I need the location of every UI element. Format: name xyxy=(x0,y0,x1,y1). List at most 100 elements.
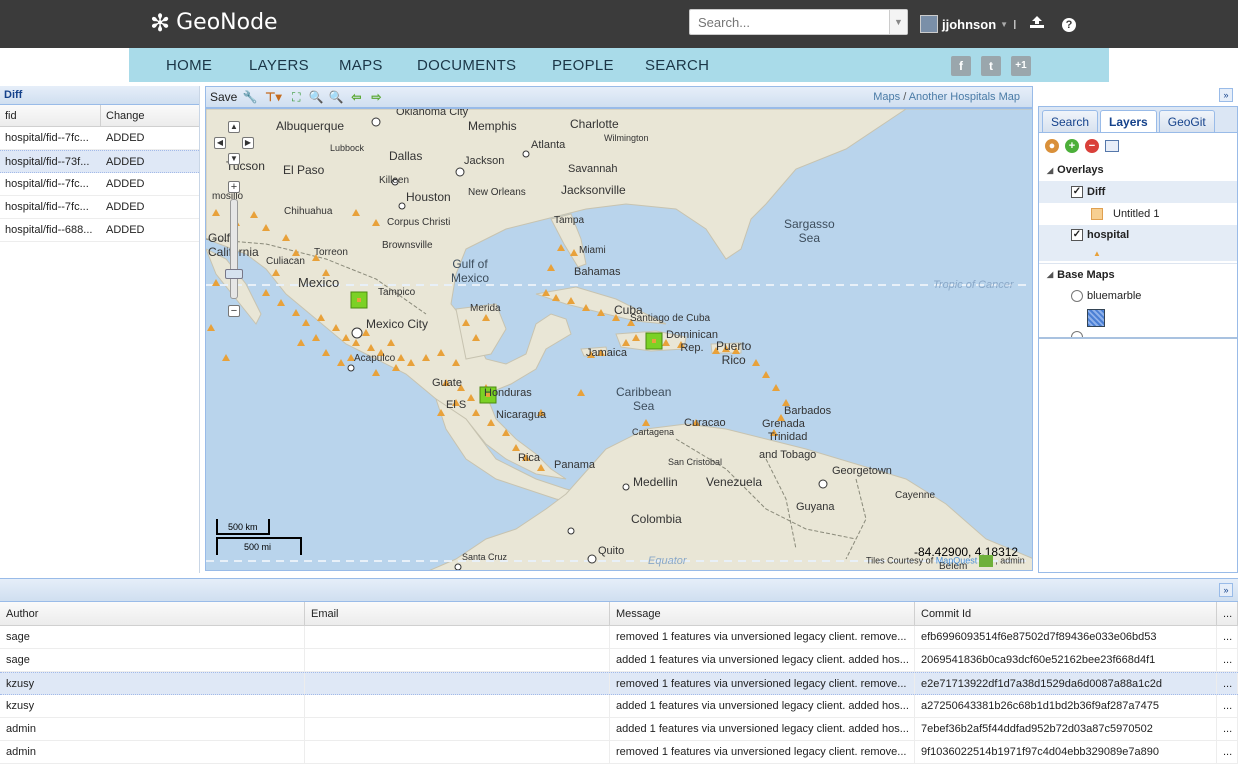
pan-down-icon[interactable]: ▼ xyxy=(228,153,240,165)
legend-square-icon xyxy=(1091,208,1103,220)
map-label: Barbados xyxy=(784,405,832,417)
layer-table-icon[interactable] xyxy=(1105,140,1119,152)
col-message[interactable]: Message xyxy=(610,602,915,625)
change-cell: ADDED xyxy=(106,201,145,213)
measure-icon[interactable]: ⊤▾ xyxy=(263,90,283,104)
map-label: Torreon xyxy=(314,247,348,258)
map-label: Colombia xyxy=(631,512,682,526)
col-commit-id[interactable]: Commit Id xyxy=(915,602,1217,625)
forward-arrow-icon[interactable]: ⇨ xyxy=(369,90,383,104)
collapse-icon[interactable]: ◢ xyxy=(1047,270,1053,279)
table-row[interactable]: kzusy removed 1 features via unversioned… xyxy=(0,672,1238,695)
remove-layer-icon[interactable]: − xyxy=(1085,139,1099,153)
layer-diff[interactable]: ✓ Diff xyxy=(1039,181,1237,203)
col-more[interactable]: ... xyxy=(1217,602,1238,625)
layers-panel: Search Layers GeoGit ● + − ◢ Overlays ✓ … xyxy=(1038,106,1238,573)
tab-layers[interactable]: Layers xyxy=(1100,110,1157,132)
user-menu[interactable]: jjohnson ▼ xyxy=(920,15,1008,33)
back-arrow-icon[interactable]: ⇦ xyxy=(349,90,363,104)
col-fid[interactable]: fid xyxy=(0,105,101,126)
pan-up-icon[interactable]: ▲ xyxy=(228,121,240,133)
nav-people[interactable]: PEOPLE xyxy=(552,57,614,74)
zoom-minus-button[interactable]: − xyxy=(228,305,240,317)
breadcrumb-current-map[interactable]: Another Hospitals Map xyxy=(909,91,1020,103)
table-row[interactable]: sage removed 1 features via unversioned … xyxy=(0,626,1238,649)
main-nav: HOME LAYERS MAPS DOCUMENTS PEOPLE SEARCH… xyxy=(129,48,1109,82)
facebook-icon[interactable]: f xyxy=(951,56,971,76)
table-row[interactable]: sage added 1 features via unversioned le… xyxy=(0,649,1238,672)
bluemarble-radio[interactable] xyxy=(1071,290,1083,302)
search-input[interactable] xyxy=(690,10,889,34)
table-row[interactable]: hospital/fid--73f... ADDED xyxy=(0,150,199,173)
basemap-svg xyxy=(206,109,1032,570)
message-cell: removed 1 features via unversioned legac… xyxy=(610,626,915,648)
nav-search[interactable]: SEARCH xyxy=(645,57,709,74)
tab-geogit[interactable]: GeoGit xyxy=(1158,110,1215,132)
search-dropdown-icon[interactable]: ▼ xyxy=(889,10,907,34)
zoom-extent-icon[interactable]: ⛶ xyxy=(289,90,303,104)
overlays-node[interactable]: ◢ Overlays xyxy=(1039,159,1237,181)
basemap-next[interactable] xyxy=(1039,329,1237,339)
nav-maps[interactable]: MAPS xyxy=(339,57,383,74)
email-cell xyxy=(305,649,610,671)
upload-icon[interactable] xyxy=(1028,15,1046,33)
nav-documents[interactable]: DOCUMENTS xyxy=(417,57,516,74)
table-row[interactable]: hospital/fid--688... ADDED xyxy=(0,219,199,242)
pan-right-icon[interactable]: ▶ xyxy=(242,137,254,149)
tab-search[interactable]: Search xyxy=(1042,110,1099,132)
nav-home[interactable]: HOME xyxy=(166,57,212,74)
table-row[interactable]: hospital/fid--7fc... ADDED xyxy=(0,127,199,150)
breadcrumb-maps[interactable]: Maps xyxy=(873,91,900,103)
layer-hospital[interactable]: ✓ hospital xyxy=(1039,225,1237,245)
help-icon[interactable]: ? xyxy=(1062,18,1076,32)
wrench-icon[interactable]: 🔧 xyxy=(243,90,258,104)
map-label: Mexico City xyxy=(366,317,429,331)
table-row[interactable]: kzusy added 1 features via unversioned l… xyxy=(0,695,1238,718)
google-plus-icon[interactable]: +1 xyxy=(1011,56,1031,76)
twitter-icon[interactable]: t xyxy=(981,56,1001,76)
map-label: Merida xyxy=(470,303,501,314)
next-basemap-radio[interactable] xyxy=(1071,331,1083,337)
table-row[interactable]: hospital/fid--7fc... ADDED xyxy=(0,173,199,196)
basemap-bluemarble[interactable]: bluemarble xyxy=(1039,285,1237,307)
map-label: Rica xyxy=(518,452,541,464)
layer-styles-icon[interactable]: ● xyxy=(1045,139,1059,153)
table-row[interactable]: hospital/fid--7fc... ADDED xyxy=(0,196,199,219)
save-button[interactable]: Save xyxy=(210,90,237,104)
legend-hospital: ▲ xyxy=(1039,245,1237,261)
fid-cell: hospital/fid--7fc... xyxy=(5,132,89,144)
geonode-logo[interactable]: ✻ GeoNode xyxy=(150,10,278,35)
add-layer-icon[interactable]: + xyxy=(1065,139,1079,153)
logo-text: GeoNode xyxy=(176,10,278,35)
col-author[interactable]: Author xyxy=(0,602,305,625)
breadcrumb-separator: / xyxy=(903,91,907,103)
fid-cell: hospital/fid--7fc... xyxy=(5,178,89,190)
hospital-visibility-checkbox[interactable]: ✓ xyxy=(1071,229,1083,241)
nav-layers[interactable]: LAYERS xyxy=(249,57,309,74)
attribution-link[interactable]: MapQuest xyxy=(936,555,978,565)
col-change[interactable]: Change xyxy=(101,105,199,126)
map-viewport[interactable]: Oklahoma City Albuquerque Memphis Charlo… xyxy=(205,108,1033,571)
collapse-right-panel-icon[interactable]: » xyxy=(1219,88,1233,102)
search-box[interactable]: ▼ xyxy=(689,9,908,35)
pan-left-icon[interactable]: ◀ xyxy=(214,137,226,149)
zoom-in-icon[interactable]: 🔍 xyxy=(309,90,324,104)
collapse-icon[interactable]: ◢ xyxy=(1047,166,1053,175)
map-label: El Paso xyxy=(283,163,325,177)
commit-cell: 7ebef36b2af5f44ddfad952b72d03a87c5970502 xyxy=(915,718,1217,740)
diff-visibility-checkbox[interactable]: ✓ xyxy=(1071,186,1083,198)
col-email[interactable]: Email xyxy=(305,602,610,625)
zoom-out-icon[interactable]: 🔍 xyxy=(329,90,344,104)
change-cell: ADDED xyxy=(106,178,145,190)
zoom-plus-button[interactable]: + xyxy=(228,181,240,193)
email-cell xyxy=(305,626,610,648)
more-cell: ... xyxy=(1217,718,1238,740)
table-row[interactable]: admin added 1 features via unversioned l… xyxy=(0,718,1238,741)
zoom-slider[interactable] xyxy=(230,199,238,299)
collapse-bottom-panel-icon[interactable]: » xyxy=(1219,583,1233,597)
basemaps-node[interactable]: ◢ Base Maps xyxy=(1039,263,1237,285)
map-label: Acapulco xyxy=(354,353,396,364)
email-cell xyxy=(305,695,610,717)
table-row[interactable]: admin removed 1 features via unversioned… xyxy=(0,741,1238,764)
zoom-slider-handle[interactable] xyxy=(225,269,243,279)
